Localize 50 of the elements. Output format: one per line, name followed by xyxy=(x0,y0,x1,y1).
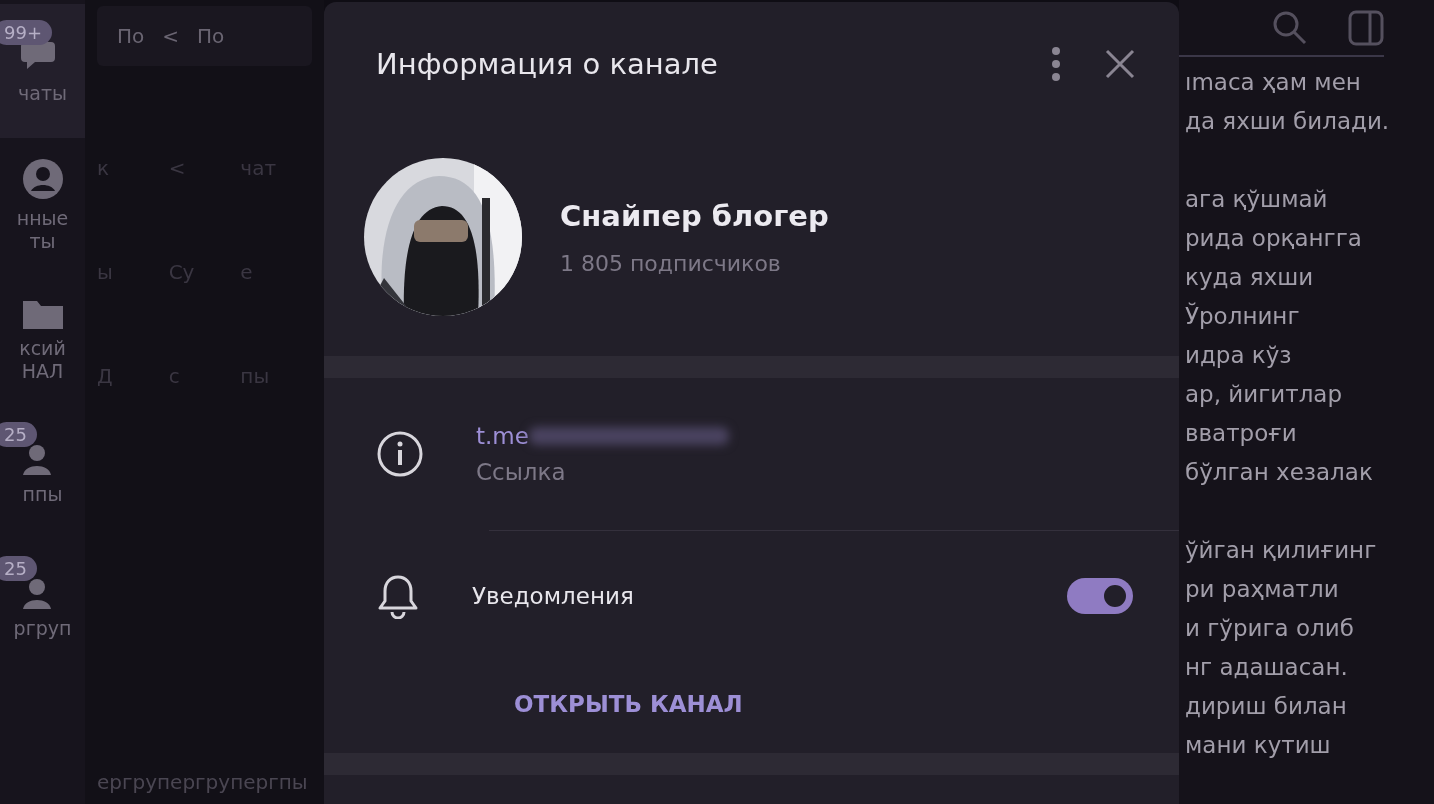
search-text: < xyxy=(162,24,180,48)
unread-badge: 25 xyxy=(0,422,37,447)
channel-name: Снайпер блогер xyxy=(560,198,829,233)
person-icon xyxy=(20,157,65,202)
message-text: идра кўз xyxy=(1185,341,1293,370)
notifications-label: Уведомления xyxy=(472,583,635,609)
folder-tab[interactable]: 25 ппы xyxy=(0,406,85,540)
folder-tab[interactable]: 99+ чаты xyxy=(0,4,85,138)
search-text: По xyxy=(197,24,225,48)
message-text: мани кутиш xyxy=(1185,731,1332,760)
message-text: ри раҳматли xyxy=(1185,575,1340,604)
side-panel-icon[interactable] xyxy=(1348,9,1384,46)
message-text: дириш билан xyxy=(1185,692,1348,721)
subscriber-count: 1 805 подписчиков xyxy=(560,250,782,276)
search-field[interactable]: По < По xyxy=(97,6,312,66)
folder-label: нные ты xyxy=(16,207,69,253)
folder-label: чаты xyxy=(18,81,67,105)
link-label: Ссылка xyxy=(476,459,567,485)
message-text: ар, йигитлар xyxy=(1185,380,1344,409)
message-text: ımаса ҳам мен xyxy=(1185,68,1362,97)
more-menu-icon[interactable] xyxy=(1051,46,1061,82)
open-channel-link[interactable]: ОТКРЫТЬ КАНАЛ xyxy=(324,661,1179,753)
search-icon[interactable] xyxy=(1272,9,1308,46)
message-text: ўйган қилиғинг xyxy=(1185,536,1378,565)
notifications-toggle[interactable] xyxy=(1067,578,1133,614)
message-text: да яхши билади. xyxy=(1185,107,1391,136)
message-text: вватроғи xyxy=(1185,419,1298,448)
message-text: и гўрига олиб xyxy=(1185,614,1355,643)
info-icon xyxy=(376,430,424,478)
message-text: нг адашасан. xyxy=(1185,653,1349,682)
folder-label: ксий НАЛ xyxy=(19,337,66,383)
folder-tab[interactable]: ксий НАЛ xyxy=(0,272,85,406)
folder-tab[interactable]: 25 ргруп xyxy=(0,540,85,674)
folder-label: ппы xyxy=(22,482,63,506)
folder-tab[interactable]: нные ты xyxy=(0,138,85,272)
channel-link[interactable]: t.me xyxy=(476,423,529,449)
chat-text: ергрупергрупергпы xyxy=(97,770,309,794)
dialog-title: Информация о канале xyxy=(376,47,719,81)
folder-label: ргруп xyxy=(13,616,72,640)
message-text: Ўролнинг xyxy=(1185,301,1301,331)
message-text: куда яхши xyxy=(1185,263,1315,292)
chat-text: < xyxy=(168,156,187,180)
unread-badge: 99+ xyxy=(0,20,52,45)
message-text: рида орқангга xyxy=(1185,224,1363,253)
bell-icon xyxy=(376,573,420,619)
close-icon[interactable] xyxy=(1105,49,1135,79)
message-text: бўлган хезалак xyxy=(1185,458,1374,487)
message-text: ага қўшмай xyxy=(1185,185,1329,214)
search-text: По xyxy=(117,24,145,48)
unread-badge: 25 xyxy=(0,556,37,581)
